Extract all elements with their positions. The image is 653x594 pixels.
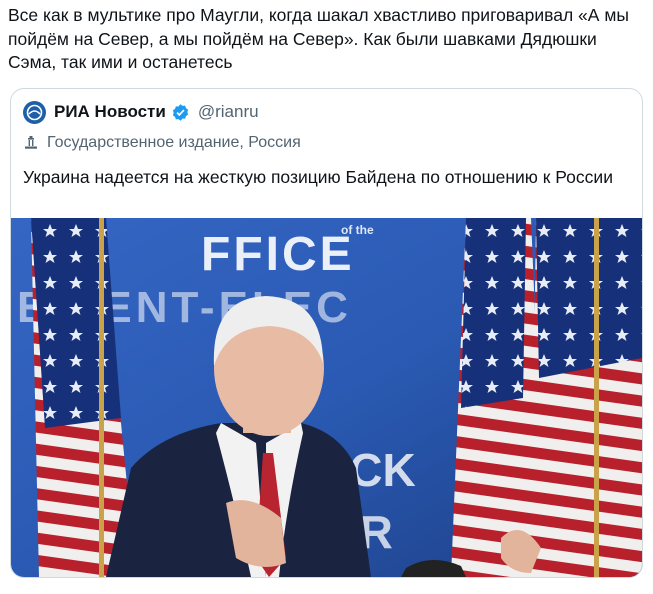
display-name[interactable]: РИА Новости [54,102,166,122]
tweet-text: Все как в мультике про Маугли, когда шак… [8,5,629,72]
ria-logo-icon[interactable] [23,100,46,124]
handle[interactable]: @rianru [198,102,259,122]
backdrop-text-line1: FFICE [201,228,355,281]
backdrop-text-line1-small: of the [341,223,374,237]
state-media-label[interactable]: Государственное издание, Россия [23,134,301,152]
tweet-photo[interactable]: FFICE of the E DENT-ELEC ACK ER [11,218,642,577]
right-flags [451,218,642,577]
state-media-label-text: Государственное издание, Россия [47,134,301,151]
quoted-tweet-header: РИА Новости @rianru [23,99,259,125]
government-building-icon [25,136,37,149]
quoted-tweet-text: Украина надеется на жесткую позицию Байд… [23,167,613,187]
verified-badge-icon [172,103,188,121]
quoted-tweet-card[interactable]: РИА Новости @rianru Государственное изда… [10,88,643,578]
